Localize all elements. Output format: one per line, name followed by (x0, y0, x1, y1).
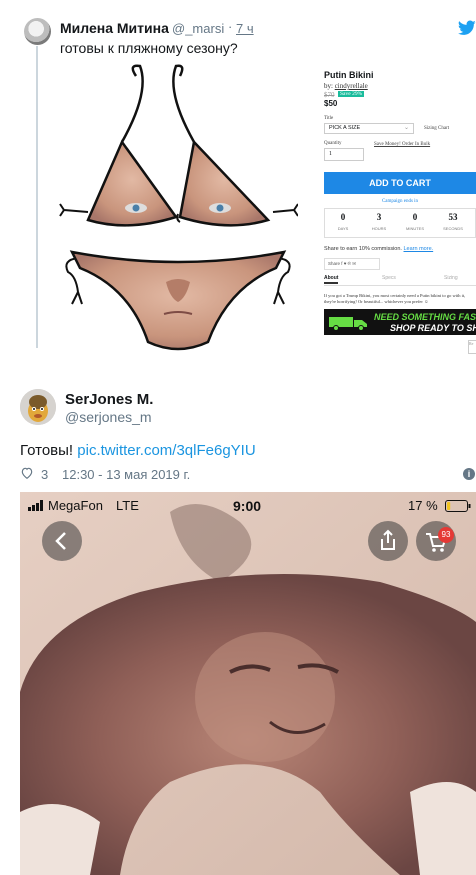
size-select-value: PICK A SIZE (329, 125, 361, 131)
size-label: Title (324, 116, 334, 121)
fast-shipping-banner[interactable]: NEED SOMETHING FAST? SHOP READY TO SHIP (324, 309, 476, 335)
countdown-value: 53 (448, 212, 458, 222)
share-buttons[interactable]: Share f ♥ ℗ ✉ (324, 258, 380, 270)
campaign-ends-text: Campaign ends in (381, 199, 419, 204)
signal-icon (28, 500, 43, 511)
quantity-label: Quantity (324, 141, 342, 146)
thread-line (36, 46, 38, 348)
countdown-timer: 0 DAYS 3 HOURS 0 MINUTES 53 SECONDS (324, 208, 476, 238)
bulk-order-link[interactable]: Save Money! Order In Bulk (374, 142, 430, 147)
current-price: $50 (324, 99, 338, 108)
battery-percent: 17 % (408, 498, 438, 513)
tweet-media-link[interactable]: pic.twitter.com/3qlFe6gYIU (77, 442, 255, 459)
tweet-body: Готовы! (20, 442, 78, 459)
countdown-label: MINUTES (406, 226, 424, 231)
countdown-seconds: 53 SECONDS (435, 212, 471, 231)
sizing-chart-link[interactable]: Sizing Chart (424, 126, 449, 131)
author-name[interactable]: SerJones M. (65, 391, 153, 408)
add-to-cart-button[interactable]: ADD TO CART (324, 172, 476, 194)
truck-icon (329, 317, 367, 331)
back-arrow-icon (55, 532, 66, 550)
shipping-subline: SHOP READY TO SHIP (390, 323, 476, 333)
twitter-bird-icon (458, 20, 476, 35)
quoted-author-handle[interactable]: @_marsi (172, 21, 224, 36)
network-type: LTE (116, 498, 139, 513)
chevron-down-icon: ⌄ (403, 125, 409, 131)
countdown-label: DAYS (337, 226, 349, 231)
info-icon[interactable]: i (463, 468, 475, 480)
product-title[interactable]: Putin Bikini (324, 70, 374, 80)
shipping-headline: NEED SOMETHING FAST? (374, 312, 476, 322)
quantity-input[interactable]: 1 (324, 148, 364, 161)
countdown-minutes: 0 MINUTES (397, 212, 433, 231)
share-icon (381, 529, 395, 550)
quoted-tweet-time[interactable]: 7 ч (236, 21, 254, 36)
quoted-author-avatar[interactable] (24, 18, 51, 45)
like-count: 3 (41, 467, 49, 482)
battery-icon (445, 500, 471, 512)
tab-sizing[interactable]: Sizing (444, 275, 458, 281)
product-description: If you got a Trump Bikini, you most cert… (324, 293, 466, 304)
phone-status-bar: MegaFon LTE 9:00 17 % (20, 495, 476, 515)
author-avatar[interactable] (20, 389, 56, 425)
separator-dot: · (228, 19, 233, 34)
tab-specs[interactable]: Specs (382, 275, 396, 281)
learn-more-link[interactable]: Learn more. (404, 246, 434, 252)
cart-count-badge: 93 (438, 527, 454, 543)
countdown-days: 0 DAYS (325, 212, 361, 231)
countdown-value: 3 (376, 212, 382, 222)
tweet-timestamp[interactable]: 12:30 - 13 мая 2019 г. (62, 467, 190, 482)
seller-link[interactable]: cindyrellale (335, 82, 368, 90)
size-select[interactable]: PICK A SIZE ⌄ (324, 123, 414, 134)
share-earn-label: Share to earn 10% commission. (324, 246, 402, 252)
carrier-name: MegaFon (48, 498, 103, 513)
share-earn-text: Share to earn 10% commission. Learn more… (324, 246, 433, 252)
heart-icon[interactable] (20, 466, 34, 480)
quoted-author-name[interactable]: Милена Митина (60, 20, 169, 36)
countdown-value: 0 (412, 212, 418, 222)
partial-button[interactable]: Re (468, 340, 476, 354)
product-panel: Putin Bikini by: cindyrellale $70 Save 2… (322, 66, 476, 366)
countdown-label: SECONDS (443, 226, 463, 231)
seller-prefix: by: (324, 82, 335, 90)
countdown-hours: 3 HOURS (361, 212, 397, 231)
tweet-text: Готовы! pic.twitter.com/3qlFe6gYIU (20, 442, 256, 459)
product-tabs: About Specs Sizing (324, 275, 476, 286)
countdown-value: 0 (340, 212, 346, 222)
share-button[interactable] (368, 521, 408, 561)
bikini-product-image[interactable] (58, 62, 298, 352)
old-price: $70 (324, 91, 335, 99)
save-badge: Save 29% (338, 91, 365, 97)
back-button[interactable] (42, 521, 82, 561)
countdown-label: HOURS (371, 226, 387, 231)
quoted-tweet-text: готовы к пляжному сезону? (60, 40, 238, 56)
author-handle[interactable]: @serjones_m (65, 409, 152, 425)
status-clock: 9:00 (233, 498, 262, 514)
product-seller: by: cindyrellale (324, 82, 368, 90)
tab-about[interactable]: About (324, 275, 339, 284)
